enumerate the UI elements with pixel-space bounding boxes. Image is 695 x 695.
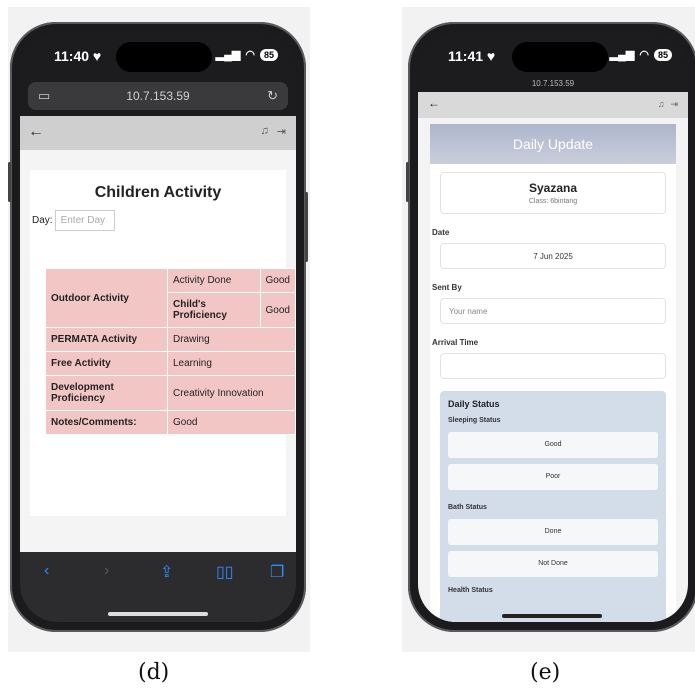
signal-icon: ▂▄▆	[215, 49, 241, 61]
wifi-icon: ◠	[245, 49, 255, 61]
phone-d: 11:40 ♥ ▂▄▆ ◠ 85 ▭ 10.7.153.59 ↻ ← ♫ ⇥ C…	[8, 22, 308, 632]
battery-icon: 85	[259, 48, 278, 61]
battery-icon: 85	[653, 48, 672, 61]
page-title: Daily Update	[430, 124, 676, 164]
sent-by-input[interactable]: Your name	[440, 298, 666, 324]
row-value: Learning	[167, 351, 296, 376]
outdoor-activity-label: Outdoor Activity	[45, 268, 168, 328]
back-arrow-icon[interactable]: ←	[28, 123, 44, 141]
daily-status-section: Daily Status Sleeping Status Good Poor B…	[440, 391, 666, 622]
wifi-icon: ◠	[639, 49, 649, 61]
bath-option-done[interactable]: Done	[448, 519, 658, 545]
daily-update-card: Daily Update Syazana Class: 6bintang Dat…	[430, 124, 676, 622]
phone-e: 11:41 ♥ ▂▄▆ ◠ 85 10.7.153.59 ← ♫ ⇥ Daily…	[406, 22, 695, 632]
phone-e-screen: 11:41 ♥ ▂▄▆ ◠ 85 10.7.153.59 ← ♫ ⇥ Daily…	[418, 32, 688, 622]
status-time: 11:40 ♥	[54, 48, 102, 64]
status-icons: ▂▄▆ ◠ 85	[216, 48, 278, 61]
reload-icon[interactable]: ↻	[267, 88, 278, 104]
share-icon[interactable]: ⇪	[160, 562, 173, 582]
sleeping-option-good[interactable]: Good	[448, 432, 658, 458]
proficiency-value: Good	[259, 292, 296, 328]
home-indicator	[108, 612, 208, 616]
daily-status-title: Daily Status	[448, 399, 500, 409]
activity-done-value: Good	[259, 268, 296, 293]
status-icons: ▂▄▆ ◠ 85	[610, 48, 672, 61]
app-header: ← ♫ ⇥	[418, 92, 688, 118]
proficiency-label: Child's Proficiency	[167, 292, 261, 328]
child-class: Class: 6bintang	[528, 198, 578, 205]
status-time: 11:41 ♥	[448, 48, 496, 64]
table-row: PERMATA Activity Drawing	[45, 327, 296, 352]
dynamic-island	[512, 42, 608, 72]
row-value: Drawing	[167, 327, 296, 352]
day-input[interactable]: Enter Day	[54, 210, 115, 231]
logout-icon[interactable]: ⇥	[277, 125, 286, 138]
activity-done-label: Activity Done	[167, 268, 261, 293]
address-bar[interactable]: ▭ 10.7.153.59 ↻	[28, 82, 288, 110]
caption-e: (e)	[530, 660, 561, 685]
bell-icon[interactable]: ♫	[658, 99, 665, 110]
side-button	[406, 162, 409, 202]
forward-chevron-icon: ›	[104, 562, 110, 579]
caption-d: (d)	[138, 660, 170, 685]
logout-icon[interactable]: ⇥	[670, 99, 678, 110]
child-name: Syazana	[528, 181, 578, 195]
bookmarks-icon[interactable]: ▯▯	[216, 562, 234, 582]
tabs-icon[interactable]: ❐	[270, 562, 284, 582]
browser-toolbar: ‹ › ⇪ ▯▯ ❐	[20, 552, 296, 622]
signal-icon: ▂▄▆	[609, 49, 635, 61]
arrival-time-input[interactable]	[440, 353, 666, 379]
health-status-label: Health Status	[448, 587, 493, 594]
bell-icon[interactable]: ♫	[261, 125, 269, 138]
side-button	[305, 192, 308, 262]
row-label: PERMATA Activity	[45, 327, 168, 352]
row-value: Creativity Innovation	[167, 375, 296, 411]
table-row: Notes/Comments: Good	[45, 410, 296, 435]
url-text: 10.7.153.59	[126, 89, 190, 103]
web-page: Daily Update Syazana Class: 6bintang Dat…	[418, 118, 688, 622]
back-chevron-icon[interactable]: ‹	[44, 562, 49, 580]
sent-by-label: Sent By	[432, 283, 462, 292]
page-title: Children Activity	[94, 184, 222, 201]
dynamic-island	[116, 42, 212, 72]
table-row: Development Proficiency Creativity Innov…	[45, 375, 296, 411]
table-row: Free Activity Learning	[45, 351, 296, 376]
arrival-time-label: Arrival Time	[432, 338, 479, 347]
sleeping-option-poor[interactable]: Poor	[448, 464, 658, 490]
activity-table: Outdoor Activity Activity Done Good Chil…	[45, 268, 296, 435]
side-button	[8, 162, 11, 202]
child-info: Syazana Class: 6bintang	[440, 172, 666, 214]
row-label: Free Activity	[45, 351, 168, 376]
app-header: ← ♫ ⇥	[20, 116, 296, 150]
row-label: Development Proficiency	[45, 375, 168, 411]
date-label: Date	[432, 228, 450, 237]
sleeping-status-label: Sleeping Status	[448, 417, 501, 424]
web-page: ← ♫ ⇥ Children Activity Day: Enter Day O…	[20, 116, 296, 574]
url-text[interactable]: 10.7.153.59	[418, 79, 688, 88]
page-menu-icon[interactable]: ▭	[38, 88, 50, 104]
bath-option-not-done[interactable]: Not Done	[448, 551, 658, 577]
row-value: Good	[167, 410, 296, 435]
date-field[interactable]: 7 Jun 2025	[440, 243, 666, 269]
day-field: Day: Enter Day	[32, 210, 115, 231]
day-label: Day:	[32, 215, 53, 226]
bath-status-label: Bath Status	[448, 504, 487, 511]
activity-card: Children Activity Day: Enter Day Outdoor…	[30, 170, 296, 516]
back-arrow-icon[interactable]: ←	[428, 96, 440, 110]
home-indicator	[502, 614, 602, 618]
phone-d-screen: 11:40 ♥ ▂▄▆ ◠ 85 ▭ 10.7.153.59 ↻ ← ♫ ⇥ C…	[20, 32, 296, 622]
row-label: Notes/Comments:	[45, 410, 168, 435]
table-row: Outdoor Activity Activity Done Good	[45, 268, 296, 328]
